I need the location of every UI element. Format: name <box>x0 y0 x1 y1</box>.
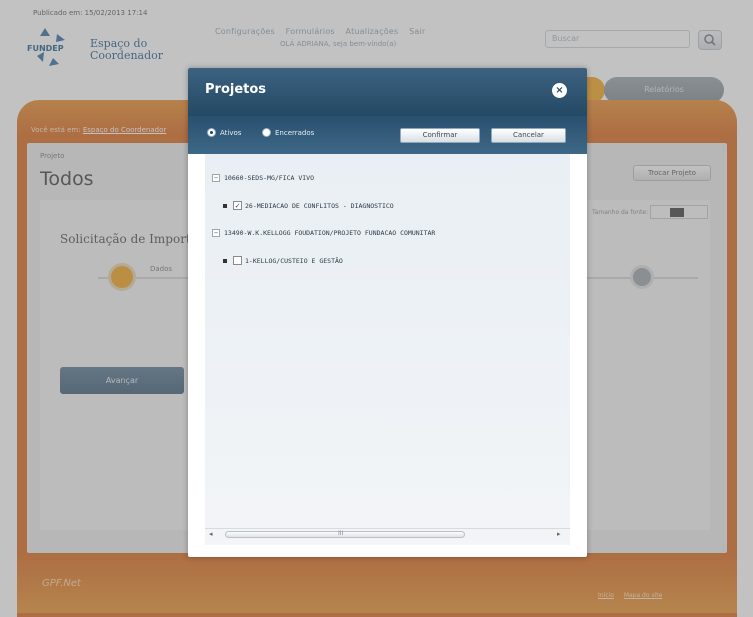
confirm-button[interactable]: Confirmar <box>400 128 480 143</box>
scroll-grip: III <box>338 530 344 537</box>
tree-node-label: 10660-SEDS-MG/FICA VIVO <box>224 174 315 182</box>
scroll-thumb[interactable]: III <box>225 530 465 538</box>
tree-leaf-label: 26-MEDIACAO DE CONFLITOS - DIAGNOSTICO <box>245 201 394 210</box>
scroll-right-icon[interactable]: ▸ <box>557 530 561 538</box>
modal-title: Projetos <box>205 82 267 97</box>
tree-leaf-label: 1-KELLOG/CUSTEIO E GESTÃO <box>245 256 343 265</box>
modal-header: Projetos × <box>188 68 587 116</box>
tree-node-label: 13490-W.K.KELLOGG FOUDATION/PROJETO FUND… <box>224 229 436 237</box>
cancel-button[interactable]: Cancelar <box>491 128 566 143</box>
radio-closed[interactable]: Encerrados <box>262 128 314 137</box>
radio-active[interactable]: Ativos <box>207 128 241 137</box>
bullet-icon <box>223 258 227 263</box>
tree-leaf-1[interactable]: 1-KELLOG/CUSTEIO E GESTÃO <box>223 256 343 265</box>
app-root: Publicado em: 15/02/2013 17:14 FUNDEP Es… <box>0 0 753 617</box>
scroll-left-icon[interactable]: ◂ <box>209 530 213 538</box>
checkbox-unchecked[interactable] <box>233 256 242 265</box>
radio-active-label: Ativos <box>220 128 242 137</box>
radio-closed-label: Encerrados <box>275 128 315 137</box>
radio-closed-dot[interactable] <box>262 128 271 137</box>
collapse-icon[interactable]: − <box>212 174 220 182</box>
tree-node-10660[interactable]: − 10660-SEDS-MG/FICA VIVO <box>212 174 314 182</box>
radio-active-dot[interactable] <box>207 128 216 137</box>
bullet-icon <box>223 203 227 208</box>
checkbox-checked[interactable]: ✓ <box>233 201 242 210</box>
tree-leaf-26[interactable]: ✓ 26-MEDIACAO DE CONFLITOS - DIAGNOSTICO <box>223 201 394 210</box>
horizontal-scrollbar[interactable]: ◂ III ▸ <box>205 528 570 540</box>
close-icon[interactable]: × <box>552 83 567 98</box>
tree-node-13490[interactable]: − 13490-W.K.KELLOGG FOUDATION/PROJETO FU… <box>212 229 435 237</box>
projects-modal: Projetos × Ativos Encerrados Confirmar C… <box>188 68 587 557</box>
collapse-icon[interactable]: − <box>212 229 220 237</box>
projects-tree: − 10660-SEDS-MG/FICA VIVO ✓ 26-MEDIACAO … <box>205 154 570 545</box>
